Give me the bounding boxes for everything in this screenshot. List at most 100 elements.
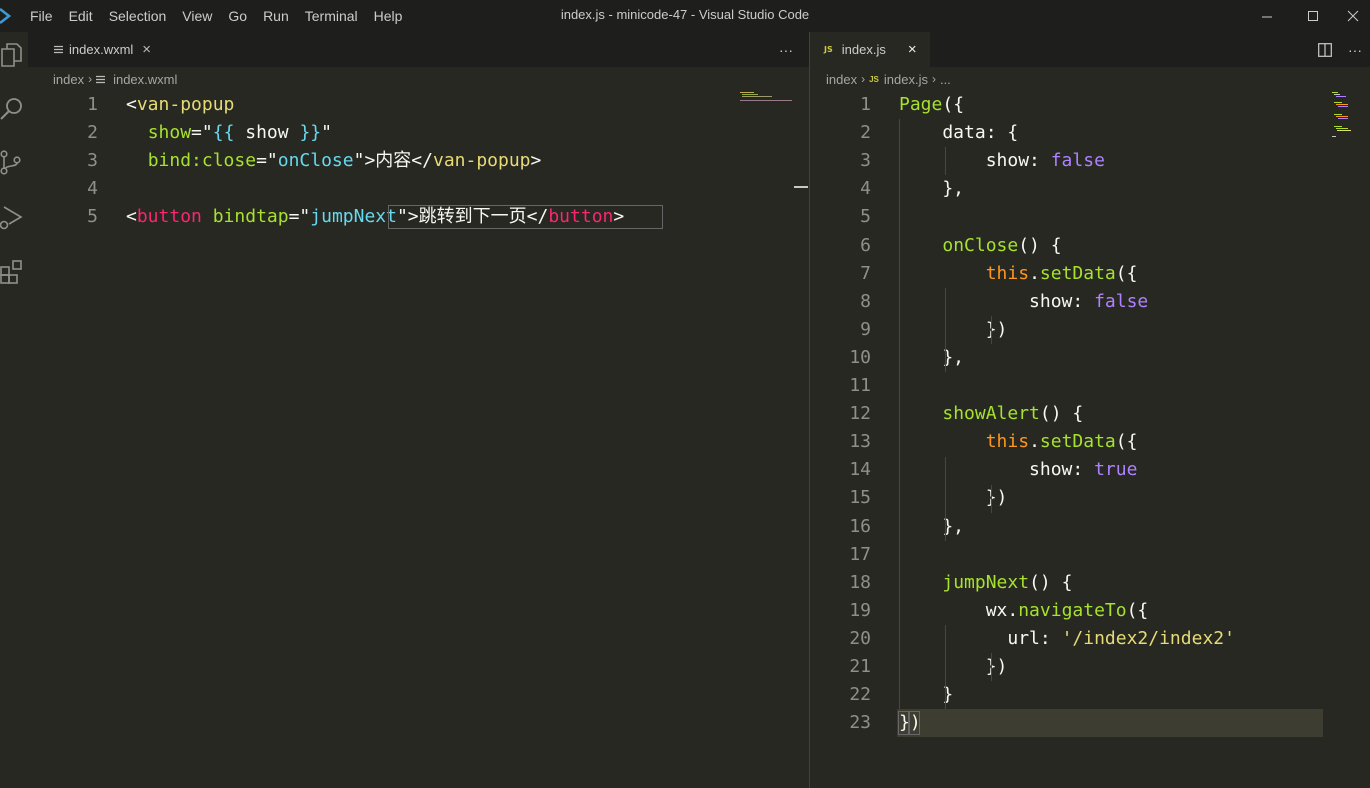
breadcrumb-symbol[interactable]: ... [940, 72, 951, 87]
line-number: 1 [87, 94, 98, 115]
code-token: Page [899, 94, 943, 115]
line-number: 20 [849, 627, 871, 649]
more-actions-button[interactable]: ··· [1344, 32, 1366, 67]
code-line[interactable]: 15 }) [810, 484, 1370, 512]
code-token: () { [1018, 234, 1062, 256]
line-number: 5 [860, 206, 871, 228]
code-line[interactable]: 20 url: '/index2/index2' [810, 625, 1370, 653]
line-number: 15 [849, 487, 871, 509]
menu-go[interactable]: Go [220, 0, 255, 32]
close-window-button[interactable] [1336, 0, 1370, 32]
code-line[interactable]: 19 wx.navigateTo({ [810, 597, 1370, 625]
code-token: " [321, 122, 332, 144]
code-token: =" [191, 122, 213, 144]
chevron-right-icon: › [861, 72, 866, 86]
maximize-icon [1308, 11, 1318, 21]
code-line[interactable]: 2 show="{{ show }}" [28, 119, 809, 147]
indent-guide [899, 119, 900, 709]
tab-index-js[interactable]: JS index.js × [810, 32, 930, 67]
right-minimap[interactable] [1332, 91, 1360, 139]
code-token: button [136, 206, 202, 228]
title-bar: File Edit Selection View Go Run Terminal Help i… [0, 0, 1370, 32]
menu-run[interactable]: Run [255, 0, 297, 32]
code-token: < [126, 94, 137, 115]
split-editor-icon [1318, 42, 1332, 57]
code-line[interactable]: 8 show: false [810, 288, 1370, 316]
source-control-icon[interactable] [0, 146, 28, 180]
code-line[interactable]: 16 }, [810, 513, 1370, 541]
menu-selection[interactable]: Selection [101, 0, 175, 32]
indent-guide [945, 147, 946, 175]
code-token: > [530, 150, 542, 172]
breadcrumb-folder[interactable]: index [826, 72, 857, 87]
code-line[interactable]: 22 } [810, 681, 1370, 709]
code-line[interactable]: 17 [810, 541, 1370, 569]
more-actions-label: ··· [1348, 41, 1362, 58]
code-text: this.setData({ [899, 428, 1138, 456]
run-debug-icon[interactable] [0, 200, 28, 234]
line-number: 16 [849, 515, 871, 537]
code-token: show: [899, 150, 1051, 172]
minimize-button[interactable] [1244, 0, 1290, 32]
code-line[interactable]: 12 showAlert() { [810, 400, 1370, 428]
maximize-button[interactable] [1290, 0, 1336, 32]
code-text: jumpNext() { [899, 569, 1072, 597]
code-text: bind:close="onClose">内容</van-popup> [126, 147, 542, 175]
code-line[interactable]: 23}) [810, 709, 1370, 738]
line-number: 4 [860, 178, 871, 200]
tab-index-wxml[interactable]: index.wxml × [28, 32, 164, 67]
code-token: }, [899, 346, 965, 368]
line-number: 4 [87, 178, 98, 200]
code-line[interactable]: 9 }) [810, 316, 1370, 344]
code-line[interactable]: 13 this.setData({ [810, 428, 1370, 456]
left-breadcrumb: index › index.wxml [53, 67, 177, 91]
code-token: {{ [212, 122, 246, 144]
code-token: jumpNext [310, 206, 397, 228]
code-line[interactable]: 10 }, [810, 344, 1370, 372]
breadcrumb-file[interactable]: index.wxml [113, 72, 177, 87]
code-line[interactable]: 1 <van-popup [28, 91, 809, 119]
explorer-icon[interactable] [0, 38, 28, 72]
code-token: van-popup [432, 150, 531, 172]
code-line[interactable]: 2 data: { [810, 119, 1370, 147]
breadcrumb-folder[interactable]: index [53, 72, 84, 87]
code-token: url: [899, 627, 1062, 649]
bracket-match-highlight [909, 711, 920, 735]
code-line[interactable]: 4 [28, 175, 809, 203]
menu-help[interactable]: Help [366, 0, 411, 32]
search-icon[interactable] [0, 92, 28, 126]
code-line[interactable]: 3 bind:close="onClose">内容</van-popup> [28, 147, 809, 175]
line-number: 11 [849, 375, 871, 396]
code-line[interactable]: 6 onClose() { [810, 232, 1370, 260]
indent-guide [945, 625, 946, 709]
code-line[interactable]: 14 show: true [810, 456, 1370, 484]
code-line[interactable]: 18 jumpNext() { [810, 569, 1370, 597]
line-number: 13 [849, 431, 871, 453]
menu-file[interactable]: File [22, 0, 61, 32]
menu-edit[interactable]: Edit [61, 0, 101, 32]
breadcrumb-file[interactable]: index.js [884, 72, 928, 87]
javascript-icon: JS [824, 45, 833, 54]
left-minimap[interactable] [740, 91, 798, 105]
code-line[interactable]: 1 Page({ [810, 91, 1370, 119]
split-editor-button[interactable] [1314, 32, 1336, 67]
code-line[interactable]: 4 }, [810, 175, 1370, 203]
code-line[interactable]: 3 show: false [810, 147, 1370, 175]
code-token: }} [288, 122, 322, 144]
right-tab-strip: JS index.js × ··· [810, 32, 1370, 67]
code-line[interactable]: 7 this.setData({ [810, 260, 1370, 288]
menu-bar: File Edit Selection View Go Run Terminal Help [22, 0, 410, 32]
tab-close-icon[interactable]: × [142, 41, 151, 58]
extensions-icon[interactable] [0, 254, 28, 288]
more-actions-button[interactable]: ··· [774, 32, 798, 67]
code-line[interactable]: 21 }) [810, 653, 1370, 681]
code-token: show: [899, 459, 1095, 481]
code-token: ({ [942, 94, 965, 115]
tab-close-icon[interactable]: × [908, 41, 917, 58]
code-line[interactable]: 11 [810, 372, 1370, 400]
left-tab-strip: index.wxml × ··· [28, 32, 809, 67]
code-line[interactable]: 5 [810, 203, 1370, 231]
menu-view[interactable]: View [174, 0, 220, 32]
menu-terminal[interactable]: Terminal [297, 0, 366, 32]
